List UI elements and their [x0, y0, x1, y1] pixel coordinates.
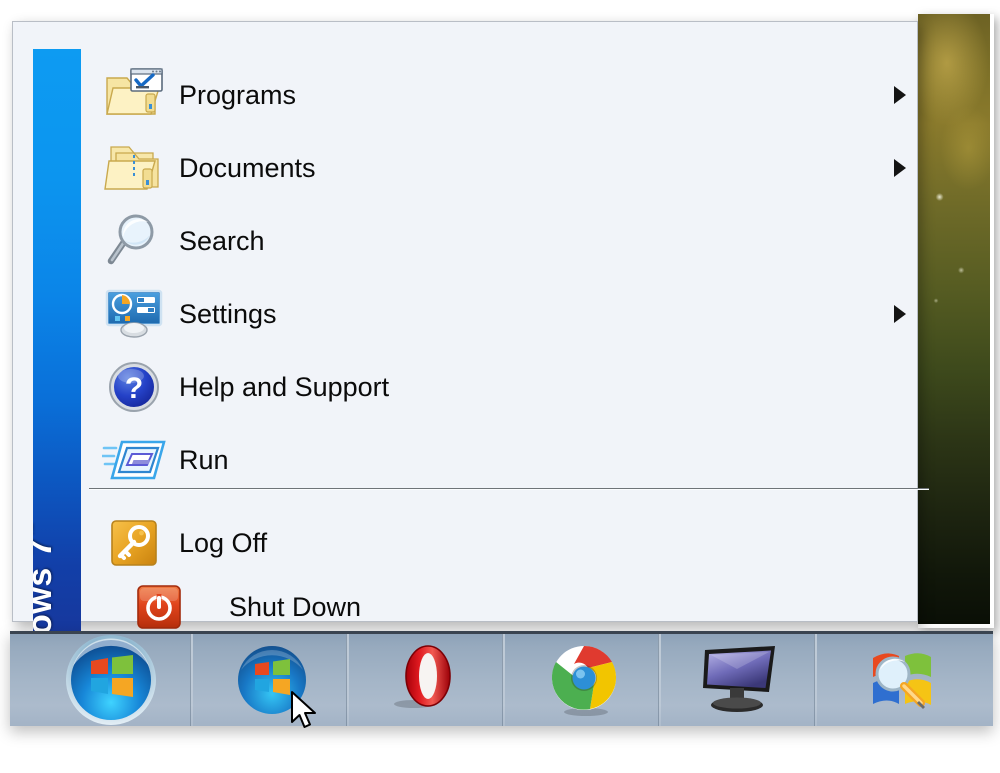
menu-item-label: Programs [179, 79, 297, 110]
brand-label: Windows 7™ [33, 522, 59, 637]
monitor-icon [703, 646, 775, 712]
start-orb-icon [66, 635, 156, 725]
menu-item-help-and-support[interactable]: ? Help and Support [89, 351, 924, 423]
key-icon [89, 511, 179, 575]
chevron-right-icon [894, 159, 906, 177]
taskbar-button-opera[interactable] [358, 634, 498, 726]
menu-item-settings[interactable]: Settings [89, 278, 924, 350]
chevron-right-icon [894, 305, 906, 323]
menu-item-label: Settings [179, 298, 277, 329]
taskbar-button-windows-search[interactable] [826, 634, 976, 726]
svg-text:?: ? [125, 372, 143, 405]
classic-start-menu: Windows 7™ Programs [12, 21, 929, 637]
taskbar[interactable] [10, 631, 993, 726]
power-icon [89, 575, 229, 639]
menu-item-label: Search [179, 225, 265, 256]
menu-item-documents[interactable]: Documents [89, 132, 924, 204]
start-button[interactable] [36, 634, 186, 726]
menu-separator [89, 488, 929, 489]
menu-item-label: Run [179, 444, 229, 475]
taskbar-button-display[interactable] [670, 634, 810, 726]
menu-item-label: Help and Support [179, 371, 390, 402]
taskbar-separator [502, 634, 505, 726]
brand-text: Windows 7 [33, 538, 59, 637]
taskbar-button-windows[interactable] [202, 634, 342, 726]
windows-orb-icon [238, 646, 306, 714]
menu-item-programs[interactable]: Programs [89, 59, 924, 131]
taskbar-separator [814, 634, 817, 726]
taskbar-separator [190, 634, 193, 726]
taskbar-button-chrome[interactable] [514, 634, 654, 726]
start-menu-brand-sidebar: Windows 7™ [33, 49, 81, 637]
menu-item-label: Log Off [179, 527, 268, 558]
chrome-icon [551, 645, 617, 716]
start-menu-item-list: Programs Documents Search Settings ? Hel… [89, 49, 930, 637]
windows-search-icon [873, 653, 931, 709]
documents-folder-icon [89, 136, 179, 200]
settings-panel-icon [89, 282, 179, 346]
menu-item-search[interactable]: Search [89, 205, 924, 277]
search-magnifier-icon [89, 209, 179, 273]
help-question-icon: ? [89, 355, 179, 419]
menu-item-label: Shut Down [229, 591, 362, 622]
menu-item-log-off[interactable]: Log Off [89, 507, 924, 579]
taskbar-separator [346, 634, 349, 726]
run-window-icon [89, 428, 179, 492]
trademark-symbol: ™ [33, 522, 43, 538]
programs-folder-icon [89, 63, 179, 127]
menu-item-label: Documents [179, 152, 316, 183]
menu-item-run[interactable]: Run [89, 424, 924, 496]
opera-icon [394, 645, 451, 708]
chevron-right-icon [894, 86, 906, 104]
taskbar-separator [658, 634, 661, 726]
